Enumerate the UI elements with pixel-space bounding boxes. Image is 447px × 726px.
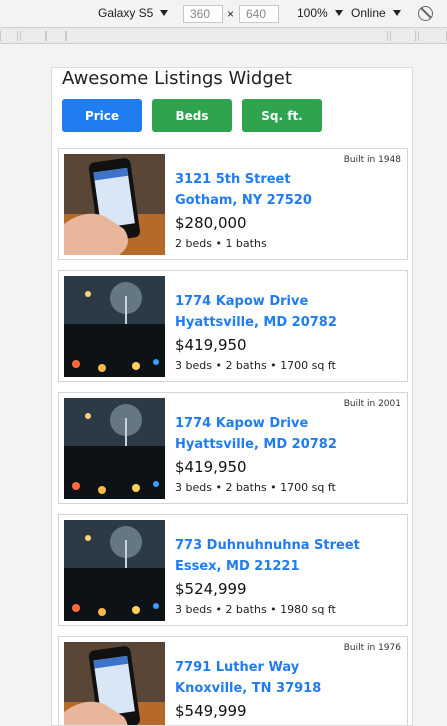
media-query-segment[interactable]	[0, 31, 18, 41]
listing-card[interactable]: 773 Duhnuhnuhna Street Essex, MD 21221 $…	[58, 514, 408, 626]
media-query-segment[interactable]	[46, 31, 66, 41]
chevron-down-icon	[160, 10, 169, 16]
listing-facts: 3 beds • 2 baths • 1980 sq ft	[175, 603, 336, 616]
media-query-segment[interactable]	[390, 31, 416, 41]
listing-street-link[interactable]: 1774 Kapow Drive	[175, 294, 308, 309]
listing-price: $549,999	[175, 702, 247, 720]
listing-price: $280,000	[175, 214, 247, 232]
dimension-separator: ×	[227, 7, 235, 21]
built-year: Built in 1948	[343, 155, 401, 165]
listing-city-link[interactable]: Gotham, NY 27520	[175, 193, 312, 208]
widget-title: Awesome Listings Widget	[62, 68, 292, 89]
listing-card[interactable]: 1774 Kapow Drive Hyattsville, MD 20782 $…	[58, 270, 408, 382]
built-year: Built in 1976	[343, 643, 401, 653]
listing-city-link[interactable]: Hyattsville, MD 20782	[175, 437, 337, 452]
listing-street-link[interactable]: 3121 5th Street	[175, 172, 291, 187]
media-query-segment[interactable]	[66, 31, 388, 41]
device-select[interactable]: Galaxy S5	[98, 6, 169, 20]
zoom-select[interactable]: 100%	[297, 6, 343, 20]
listing-photo[interactable]	[64, 154, 165, 255]
listing-facts: 3 beds • 2 baths • 1700 sq ft	[175, 481, 336, 494]
listing-street-link[interactable]: 7791 Luther Way	[175, 660, 299, 675]
listing-facts: 3 beds • 2 baths • 1700 sq ft	[175, 359, 336, 372]
listing-facts: 2 beds • 1 baths	[175, 237, 267, 250]
listing-price: $419,950	[175, 336, 247, 354]
chevron-down-icon	[392, 10, 401, 16]
listing-photo[interactable]	[64, 642, 165, 725]
rotate-icon[interactable]	[418, 6, 433, 21]
listing-price: $524,999	[175, 580, 247, 598]
media-query-segment[interactable]	[418, 31, 447, 41]
built-year: Built in 2001	[343, 399, 401, 409]
sort-sqft-button[interactable]: Sq. ft.	[242, 99, 322, 132]
device-label: Galaxy S5	[98, 6, 154, 20]
network-select[interactable]: Online	[351, 6, 401, 20]
listing-price: $419,950	[175, 458, 247, 476]
media-query-bar[interactable]	[0, 28, 447, 44]
listing-street-link[interactable]: 1774 Kapow Drive	[175, 416, 308, 431]
device-toolbar: Galaxy S5 360 × 640 100% Online	[0, 0, 447, 28]
listing-photo[interactable]	[64, 276, 165, 377]
zoom-label: 100%	[297, 6, 328, 20]
listing-card[interactable]: Built in 1948 3121 5th Street Gotham, NY…	[58, 148, 408, 260]
listing-card[interactable]: Built in 2001 1774 Kapow Drive Hyattsvil…	[58, 392, 408, 504]
width-input[interactable]: 360	[183, 5, 223, 23]
sort-price-button[interactable]: Price	[62, 99, 142, 132]
media-query-segment[interactable]	[20, 31, 46, 41]
sort-beds-button[interactable]: Beds	[152, 99, 232, 132]
listing-city-link[interactable]: Essex, MD 21221	[175, 559, 300, 574]
listing-photo[interactable]	[64, 520, 165, 621]
device-viewport: Awesome Listings Widget Price Beds Sq. f…	[51, 67, 413, 726]
chevron-down-icon	[334, 10, 343, 16]
listing-photo[interactable]	[64, 398, 165, 499]
listing-city-link[interactable]: Hyattsville, MD 20782	[175, 315, 337, 330]
listing-card[interactable]: Built in 1976 7791 Luther Way Knoxville,…	[58, 636, 408, 725]
height-input[interactable]: 640	[239, 5, 279, 23]
listing-city-link[interactable]: Knoxville, TN 37918	[175, 681, 321, 696]
network-label: Online	[351, 6, 386, 20]
listing-street-link[interactable]: 773 Duhnuhnuhna Street	[175, 538, 360, 553]
